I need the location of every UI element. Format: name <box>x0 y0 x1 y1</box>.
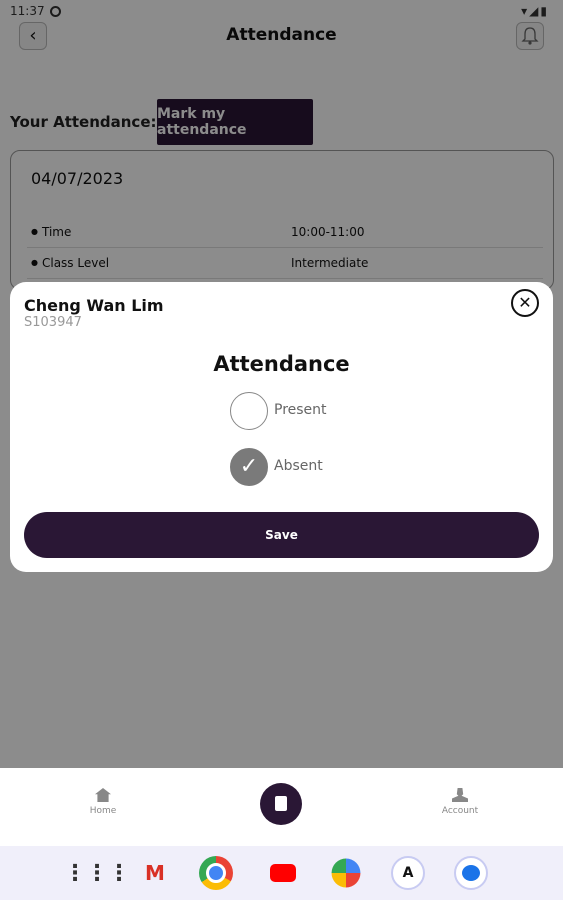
person-icon <box>452 788 468 802</box>
gmail-icon[interactable]: M <box>138 856 172 890</box>
attendance-dialog: Cheng Wan Lim S103947 ✕ Attendance Prese… <box>10 282 553 572</box>
nav-home[interactable]: Home <box>73 788 133 816</box>
bottom-navigation: Home Account <box>0 768 563 846</box>
save-button[interactable]: Save <box>24 512 539 558</box>
nav-account[interactable]: Account <box>430 788 490 816</box>
messages-icon[interactable] <box>454 856 488 890</box>
dialog-title: Attendance <box>213 352 350 376</box>
radio-circle-icon[interactable] <box>230 392 268 430</box>
radio-label: Absent <box>274 458 323 474</box>
attendance-fab-icon[interactable] <box>260 783 302 825</box>
nav-account-label: Account <box>441 806 479 816</box>
nav-home-label: Home <box>89 806 117 816</box>
youtube-icon[interactable] <box>266 856 300 890</box>
app-icon[interactable]: A <box>391 856 425 890</box>
student-id: S103947 <box>24 315 82 330</box>
android-dock: ⋮⋮⋮ M A <box>0 846 563 900</box>
student-name: Cheng Wan Lim <box>24 296 164 315</box>
home-icon <box>95 788 111 802</box>
photos-icon[interactable] <box>331 858 361 888</box>
app-drawer-icon[interactable]: ⋮⋮⋮ <box>64 856 130 890</box>
check-icon[interactable]: ✓ <box>230 448 268 486</box>
chrome-icon[interactable] <box>199 856 233 890</box>
radio-label: Present <box>274 402 327 418</box>
close-icon[interactable]: ✕ <box>511 289 539 317</box>
